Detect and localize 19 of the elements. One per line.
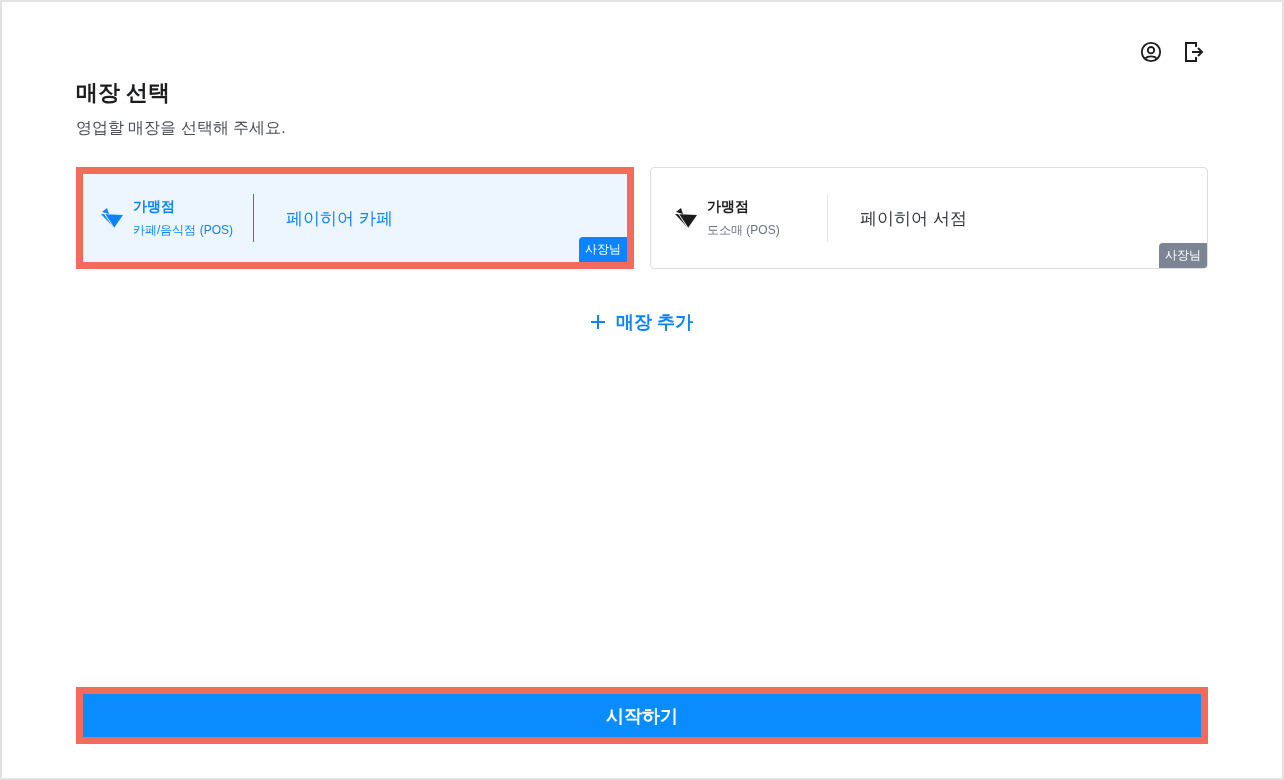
role-badge: 사장님 xyxy=(579,237,627,262)
plus-icon xyxy=(590,314,607,330)
start-button[interactable]: 시작하기 xyxy=(76,687,1208,744)
store-name: 페이히어 서점 xyxy=(860,207,967,230)
store-type: 가맹점 xyxy=(707,197,750,216)
logout-icon[interactable] xyxy=(1184,41,1204,63)
store-type: 가맹점 xyxy=(133,197,176,216)
logo-icon xyxy=(101,208,123,228)
profile-icon[interactable] xyxy=(1140,41,1162,63)
role-badge: 사장님 xyxy=(1159,243,1207,268)
store-category: 카페/음식점 (POS) xyxy=(133,221,234,239)
logo-icon xyxy=(675,208,697,228)
page-subtitle: 영업할 매장을 선택해 주세요. xyxy=(76,118,287,138)
store-name: 페이히어 카페 xyxy=(286,207,393,230)
store-card[interactable]: 가맹점 도소매 (POS) 페이히어 서점 사장님 xyxy=(650,167,1208,269)
add-store-button[interactable]: 매장 추가 xyxy=(584,309,700,335)
store-card[interactable]: 가맹점 카페/음식점 (POS) 페이히어 카페 사장님 xyxy=(76,167,634,269)
store-category: 도소매 (POS) xyxy=(707,221,781,239)
page-title: 매장 선택 xyxy=(76,79,172,107)
